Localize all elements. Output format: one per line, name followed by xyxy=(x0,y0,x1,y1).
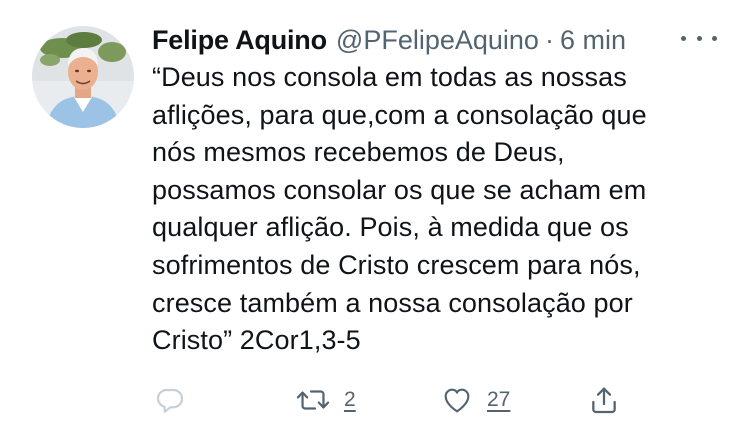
tweet: Felipe Aquino @PFelipeAquino · 6 min “De… xyxy=(0,0,750,440)
more-dot xyxy=(696,35,702,41)
share-icon xyxy=(588,384,620,416)
share-button[interactable] xyxy=(588,380,620,420)
retweet-icon xyxy=(296,384,330,416)
like-count[interactable]: 27 xyxy=(487,388,510,412)
heart-icon xyxy=(441,384,473,416)
tweet-timestamp[interactable]: 6 min xyxy=(560,22,626,58)
like-button[interactable]: 27 xyxy=(441,380,510,420)
tweet-header: Felipe Aquino @PFelipeAquino · 6 min xyxy=(152,22,626,58)
tweet-actions: 2 27 xyxy=(0,380,750,420)
avatar[interactable] xyxy=(32,26,134,128)
tweet-text-line: Cristo” 2Cor1,3-5 xyxy=(152,325,361,356)
more-dot xyxy=(681,35,686,41)
header-separator: · xyxy=(544,25,554,55)
tweet-text: “Deus nos consola em todas as nossas afl… xyxy=(152,59,712,360)
tweet-text-line: qualquer aflição. Pois, à medida que os xyxy=(152,212,629,243)
reply-button[interactable] xyxy=(154,380,186,420)
more-dot xyxy=(712,35,717,41)
tweet-text-line: “Deus nos consola em todas as nossas xyxy=(152,62,627,92)
retweet-count[interactable]: 2 xyxy=(344,388,356,412)
tweet-text-line: sofrimentos de Cristo crescem para nós, xyxy=(152,249,641,280)
tweet-text-line: possamos consolar os que se acham em xyxy=(152,174,647,205)
tweet-text-line: cresce também a nossa consolação por xyxy=(152,287,633,318)
tweet-text-line: nós mesmos recebemos de Deus, xyxy=(152,137,565,168)
reply-icon xyxy=(154,384,186,416)
retweet-button[interactable]: 2 xyxy=(296,380,356,420)
author-display-name[interactable]: Felipe Aquino xyxy=(152,22,327,58)
author-handle[interactable]: @PFelipeAquino xyxy=(336,22,539,58)
more-options-icon[interactable] xyxy=(681,26,717,50)
avatar-photo xyxy=(32,26,134,128)
tweet-text-line: aflições, para que,com a consolação que xyxy=(152,99,647,130)
